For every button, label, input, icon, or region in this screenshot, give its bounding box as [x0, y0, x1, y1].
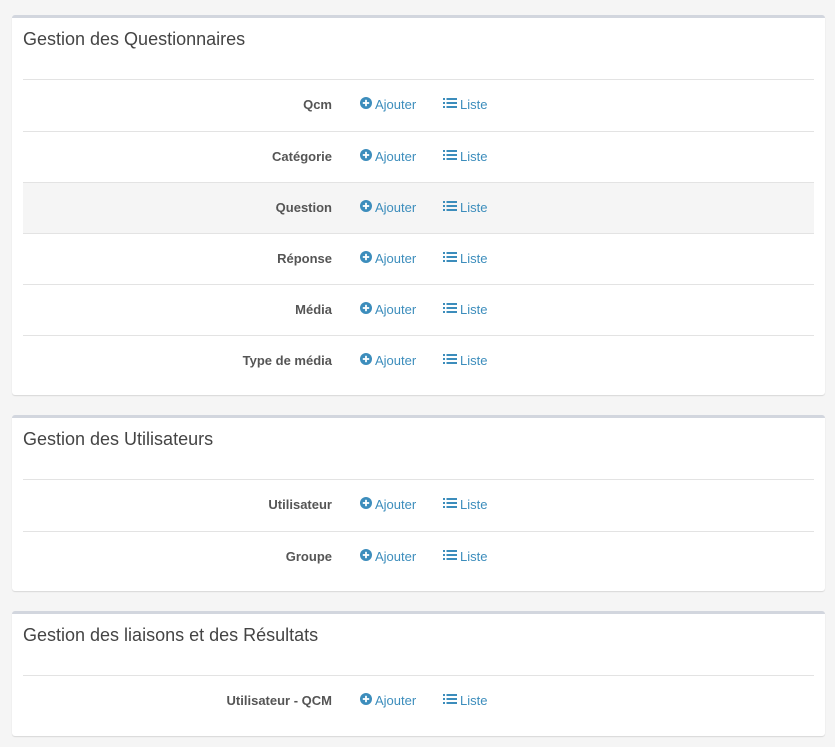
add-groupe-button[interactable]: Ajouter: [360, 532, 416, 583]
table-row: Question Ajouter Liste: [23, 182, 814, 233]
list-icon: [443, 234, 457, 284]
add-label: Ajouter: [375, 549, 417, 564]
add-type-media-button[interactable]: Ajouter: [360, 336, 416, 387]
add-question-button[interactable]: Ajouter: [360, 183, 416, 234]
section-questionnaires: Gestion des Questionnaires Qcm Ajouter L…: [12, 15, 825, 395]
plus-circle-icon: [360, 336, 372, 386]
list-icon: [443, 336, 457, 386]
add-label: Ajouter: [375, 353, 417, 368]
list-label: Liste: [460, 497, 488, 512]
table-row: Utilisateur - QCM Ajouter Liste: [23, 676, 814, 727]
plus-circle-icon: [360, 80, 372, 130]
row-label: Type de média: [242, 353, 332, 368]
add-label: Ajouter: [375, 497, 417, 512]
table-row: Réponse Ajouter Liste: [23, 233, 814, 284]
list-categorie-button[interactable]: Liste: [443, 132, 487, 183]
table-row: Média Ajouter Liste: [23, 284, 814, 335]
table-row: Qcm Ajouter Liste: [23, 80, 814, 131]
row-label: Qcm: [303, 97, 332, 112]
table-row: Catégorie Ajouter Liste: [23, 131, 814, 182]
table-row: Utilisateur Ajouter Liste: [23, 480, 814, 531]
list-label: Liste: [460, 302, 488, 317]
list-utilisateur-qcm-button[interactable]: Liste: [443, 676, 487, 727]
section-liaisons-resultats: Gestion des liaisons et des Résultats Ut…: [12, 611, 825, 736]
list-icon: [443, 285, 457, 335]
add-qcm-button[interactable]: Ajouter: [360, 80, 416, 131]
add-utilisateur-qcm-button[interactable]: Ajouter: [360, 676, 416, 727]
list-icon: [443, 480, 457, 530]
rows-list: Utilisateur Ajouter Liste Groupe Ajouter…: [23, 479, 814, 582]
plus-circle-icon: [360, 132, 372, 182]
add-label: Ajouter: [375, 302, 417, 317]
add-media-button[interactable]: Ajouter: [360, 285, 416, 336]
add-label: Ajouter: [375, 97, 417, 112]
list-label: Liste: [460, 549, 488, 564]
list-type-media-button[interactable]: Liste: [443, 336, 487, 387]
rows-list: Utilisateur - QCM Ajouter Liste: [23, 675, 814, 727]
add-categorie-button[interactable]: Ajouter: [360, 132, 416, 183]
add-label: Ajouter: [375, 251, 417, 266]
list-icon: [443, 80, 457, 130]
add-utilisateur-button[interactable]: Ajouter: [360, 480, 416, 531]
row-label: Utilisateur: [268, 497, 332, 512]
rows-list: Qcm Ajouter Liste Catégorie Ajouter List…: [23, 79, 814, 386]
row-label: Question: [275, 200, 332, 215]
section-title: Gestion des Questionnaires: [23, 29, 246, 49]
list-label: Liste: [460, 251, 488, 266]
list-utilisateur-button[interactable]: Liste: [443, 480, 487, 531]
table-row: Type de média Ajouter Liste: [23, 335, 814, 386]
row-label: Réponse: [277, 251, 332, 266]
row-label: Groupe: [285, 549, 332, 564]
row-label: Utilisateur - QCM: [226, 693, 332, 708]
page: Gestion des Questionnaires Qcm Ajouter L…: [0, 0, 835, 747]
add-label: Ajouter: [375, 693, 417, 708]
list-reponse-button[interactable]: Liste: [443, 234, 487, 285]
section-title: Gestion des Utilisateurs: [23, 429, 214, 449]
plus-circle-icon: [360, 532, 372, 582]
list-label: Liste: [460, 97, 488, 112]
list-icon: [443, 183, 457, 233]
list-label: Liste: [460, 353, 488, 368]
row-label: Catégorie: [272, 149, 332, 164]
list-question-button[interactable]: Liste: [443, 183, 487, 234]
section-title: Gestion des liaisons et des Résultats: [23, 625, 319, 645]
list-icon: [443, 676, 457, 726]
table-row: Groupe Ajouter Liste: [23, 531, 814, 582]
plus-circle-icon: [360, 480, 372, 530]
list-label: Liste: [460, 200, 488, 215]
list-label: Liste: [460, 693, 488, 708]
plus-circle-icon: [360, 285, 372, 335]
list-qcm-button[interactable]: Liste: [443, 80, 487, 131]
list-label: Liste: [460, 149, 488, 164]
plus-circle-icon: [360, 676, 372, 726]
add-label: Ajouter: [375, 200, 417, 215]
section-utilisateurs: Gestion des Utilisateurs Utilisateur Ajo…: [12, 415, 825, 591]
list-icon: [443, 132, 457, 182]
list-groupe-button[interactable]: Liste: [443, 532, 487, 583]
add-label: Ajouter: [375, 149, 417, 164]
list-media-button[interactable]: Liste: [443, 285, 487, 336]
add-reponse-button[interactable]: Ajouter: [360, 234, 416, 285]
plus-circle-icon: [360, 183, 372, 233]
list-icon: [443, 532, 457, 582]
row-label: Média: [295, 302, 332, 317]
plus-circle-icon: [360, 234, 372, 284]
